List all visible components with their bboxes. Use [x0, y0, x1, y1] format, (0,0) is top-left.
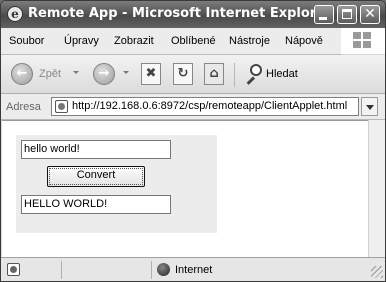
globe-icon [157, 263, 170, 276]
address-label: Adresa [6, 101, 41, 113]
status-separator [61, 261, 62, 279]
browser-window: e Remote App - Microsoft Internet Explor… [0, 0, 386, 282]
toolbar-separator [234, 63, 235, 87]
refresh-icon: ↻ [177, 66, 189, 81]
menu-edit[interactable]: Úpravy [64, 35, 99, 47]
back-label: Zpět [39, 68, 62, 80]
menu-bar: Soubor Úpravy Zobrazit Oblíbené Nástroje… [1, 28, 341, 55]
menu-favorites[interactable]: Oblíbené [171, 35, 216, 47]
forward-button[interactable]: → [93, 63, 115, 85]
toolbar: ← Zpět → ✖ ↻ ⌂ Hledat [1, 55, 385, 94]
address-input[interactable]: http://192.168.0.6:8972/csp/remoteapp/Cl… [51, 97, 359, 116]
ie-logo-icon: e [7, 6, 23, 22]
close-button[interactable]: ✕ [360, 5, 380, 24]
security-zone: Internet [175, 264, 213, 276]
menu-file[interactable]: Soubor [9, 35, 44, 47]
stop-icon: ✖ [145, 66, 157, 81]
title-bar[interactable]: e Remote App - Microsoft Internet Explor… [1, 1, 385, 28]
search-button-label[interactable]: Hledat [266, 68, 298, 80]
address-url[interactable]: http://192.168.0.6:8972/csp/remoteapp/Cl… [72, 100, 347, 112]
windows-flag-icon [353, 32, 373, 50]
address-dropdown-button[interactable] [361, 97, 378, 116]
status-separator [151, 261, 152, 279]
stop-button[interactable]: ✖ [141, 63, 161, 85]
client-applet: hello world! Convert HELLO WORLD! [16, 135, 217, 233]
vertical-scrollbar[interactable] [368, 120, 385, 257]
back-button[interactable]: ← [11, 63, 33, 85]
input-text-field[interactable]: hello world! [21, 140, 171, 159]
home-button[interactable]: ⌂ [204, 63, 224, 85]
status-bar: Internet [1, 257, 385, 281]
resize-grip-icon[interactable] [371, 266, 383, 278]
page-icon [55, 100, 68, 113]
back-dropdown-icon[interactable] [73, 71, 79, 74]
convert-button[interactable]: Convert [47, 166, 145, 187]
menu-help[interactable]: Nápově [285, 35, 323, 47]
refresh-button[interactable]: ↻ [173, 63, 193, 85]
back-arrow-icon: ← [16, 66, 28, 81]
maximize-button[interactable] [337, 5, 357, 24]
search-icon[interactable] [245, 64, 263, 85]
home-icon: ⌂ [209, 66, 219, 81]
forward-dropdown-icon[interactable] [123, 71, 129, 74]
page-content: hello world! Convert HELLO WORLD! [2, 120, 368, 257]
minimize-button[interactable] [314, 5, 334, 24]
maximize-icon [342, 9, 352, 19]
close-icon: ✕ [364, 6, 376, 22]
menu-tools[interactable]: Nástroje [229, 35, 270, 47]
forward-arrow-icon: → [98, 66, 110, 81]
output-text-field[interactable]: HELLO WORLD! [21, 195, 171, 214]
minimize-icon [319, 17, 327, 20]
window-title: Remote App - Microsoft Internet Explorer [28, 6, 332, 21]
menu-view[interactable]: Zobrazit [114, 35, 154, 47]
windows-logo-area [341, 28, 385, 54]
address-bar: Adresa http://192.168.0.6:8972/csp/remot… [1, 94, 385, 120]
status-page-icon [7, 263, 20, 276]
